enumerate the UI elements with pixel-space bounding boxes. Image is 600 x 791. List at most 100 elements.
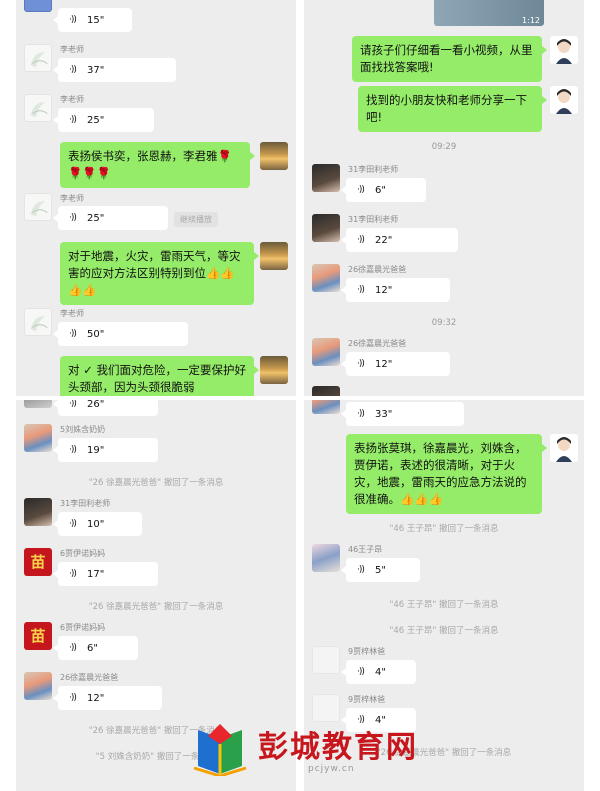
voice-message[interactable]: ·)) 19" — [53, 438, 158, 462]
voice-message[interactable]: ·)) 12" — [53, 686, 162, 710]
recall-notice: "46 王子昂" 撤回了一条消息 — [389, 524, 499, 534]
voice-wave-icon: ·)) — [357, 565, 365, 575]
voice-message[interactable]: ·)) 6" — [341, 178, 426, 202]
voice-wave-icon: ·)) — [69, 643, 77, 653]
voice-wave-icon: ·)) — [69, 65, 77, 75]
avatar[interactable] — [260, 142, 288, 170]
avatar[interactable] — [312, 164, 340, 192]
avatar[interactable] — [312, 544, 340, 572]
voice-wave-icon: ·)) — [69, 400, 77, 409]
chat-panel-1: ·)) 15" 李老师 ·)) 37" 李老师 ·)) 25" 表扬侯书奕，张恩赫，李… — [16, 0, 296, 396]
voice-message[interactable]: ·)) 15" — [53, 8, 132, 32]
chat-panel-2: 1:12 请孩子们仔细看一看小视频，从里面找找答案哦! 找到的小朋友快和老师分享… — [304, 0, 584, 396]
sender-name: 26徐嘉晨光爸爸 — [60, 673, 119, 682]
voice-wave-icon: ·)) — [69, 445, 77, 455]
text-message[interactable]: 找到的小朋友快和老师分享一下吧! — [358, 86, 547, 132]
sender-name: 6贾伊诺妈妈 — [60, 549, 106, 558]
sender-name: 26徐嘉晨光爸爸 — [348, 339, 407, 348]
voice-message[interactable]: ·)) 10" — [53, 512, 142, 536]
sender-name: 6贾伊诺妈妈 — [60, 623, 106, 632]
recall-notice: "46 王子昂" 撤回了一条消息 — [389, 600, 499, 610]
screenshot-collage: ·)) 15" 李老师 ·)) 37" 李老师 ·)) 25" 表扬侯书奕，张恩赫，李… — [0, 0, 600, 791]
voice-message[interactable]: ·)) 22" — [341, 228, 458, 252]
voice-wave-icon: ·)) — [357, 185, 365, 195]
recall-notice: "46 王子昂" 撤回了一条消息 — [389, 626, 499, 636]
sender-name: 46王子昂 — [348, 545, 383, 554]
text-message[interactable]: 表扬侯书奕，张恩赫，李君雅🌹🌹🌹🌹 — [60, 142, 255, 188]
timestamp: 09:32 — [431, 318, 457, 328]
voice-message[interactable]: ·)) 4" — [341, 660, 416, 684]
text-message[interactable]: 对 ✓ 我们面对危险，一定要保护好头颈部，因为头颈很脆弱 — [60, 356, 259, 396]
sender-name: 李老师 — [60, 194, 84, 203]
voice-wave-icon: ·)) — [69, 15, 77, 25]
sender-name: 李老师 — [60, 45, 84, 54]
voice-message[interactable]: ·)) 12" — [341, 352, 450, 376]
voice-message[interactable]: ·)) 6" — [53, 636, 138, 660]
voice-wave-icon: ·)) — [357, 235, 365, 245]
video-message[interactable]: 1:12 — [434, 0, 544, 26]
voice-message[interactable]: ·)) 33" — [341, 402, 464, 426]
book-logo-icon — [193, 724, 247, 776]
avatar[interactable] — [312, 646, 340, 674]
avatar[interactable] — [24, 94, 52, 122]
site-watermark: 彭城教育网 pcjyw.cn — [190, 718, 450, 780]
avatar[interactable] — [24, 424, 52, 452]
voice-message[interactable]: ·)) 25" — [53, 206, 168, 230]
voice-message[interactable]: ·)) 37" — [53, 58, 176, 82]
voice-wave-icon: ·)) — [357, 667, 365, 677]
voice-wave-icon: ·)) — [69, 569, 77, 579]
video-duration: 1:12 — [522, 16, 540, 25]
avatar[interactable] — [312, 214, 340, 242]
avatar[interactable] — [550, 86, 578, 114]
sender-name: 9贾梓林爸 — [348, 647, 386, 656]
avatar[interactable] — [312, 386, 340, 396]
avatar[interactable] — [550, 36, 578, 64]
voice-message[interactable]: ·)) 50" — [53, 322, 188, 346]
avatar[interactable] — [550, 434, 578, 462]
avatar[interactable] — [24, 0, 52, 12]
avatar[interactable] — [312, 264, 340, 292]
avatar[interactable] — [260, 356, 288, 384]
avatar[interactable] — [260, 242, 288, 270]
sender-name: 31李田利老师 — [348, 215, 399, 224]
text-message[interactable]: 请孩子们仔细看一看小视频，从里面找找答案哦! — [352, 36, 547, 82]
voice-wave-icon: ·)) — [357, 409, 365, 419]
recall-notice: "26 徐嘉晨光爸爸" 撤回了一条消息 — [88, 602, 224, 612]
sender-name: 李老师 — [60, 309, 84, 318]
text-message[interactable]: 表扬张莫琪，徐嘉晨光，刘姝含，贾伊诺，表述的很清晰，对于火灾，地震，雷雨天的应急… — [346, 434, 547, 514]
sender-name: 5刘姝含奶奶 — [60, 425, 106, 434]
voice-message[interactable]: ·)) 5" — [341, 558, 420, 582]
sender-name: 26徐嘉晨光爸爸 — [348, 265, 407, 274]
text-message[interactable]: 对于地震，火灾，雷雨天气，等灾害的应对方法区别特别到位👍👍👍👍 — [60, 242, 259, 305]
sender-name: 31李田利老师 — [60, 499, 111, 508]
avatar[interactable] — [24, 400, 52, 408]
avatar[interactable] — [24, 308, 52, 336]
avatar[interactable] — [24, 193, 52, 221]
sender-name: 李老师 — [60, 95, 84, 104]
continue-play-hint[interactable]: 继续播放 — [174, 212, 218, 227]
voice-message[interactable]: ·)) 25" — [53, 108, 154, 132]
voice-message[interactable]: ·)) 26" — [53, 400, 158, 416]
voice-wave-icon: ·)) — [69, 519, 77, 529]
avatar[interactable] — [312, 338, 340, 366]
sender-name: 31李田利老师 — [348, 165, 399, 174]
avatar[interactable] — [24, 498, 52, 526]
voice-message[interactable]: ·)) 17" — [53, 562, 158, 586]
voice-wave-icon: ·)) — [69, 693, 77, 703]
avatar[interactable] — [24, 672, 52, 700]
recall-notice: "26 徐嘉晨光爸爸" 撤回了一条消息 — [88, 478, 224, 488]
voice-wave-icon: ·)) — [69, 115, 77, 125]
voice-wave-icon: ·)) — [357, 285, 365, 295]
avatar[interactable]: 苗 — [24, 548, 52, 576]
voice-wave-icon: ·)) — [357, 359, 365, 369]
watermark-url: pcjyw.cn — [308, 764, 355, 774]
timestamp: 09:29 — [431, 142, 457, 152]
avatar[interactable]: 苗 — [24, 622, 52, 650]
voice-wave-icon: ·)) — [69, 213, 77, 223]
avatar[interactable] — [312, 400, 340, 414]
voice-wave-icon: ·)) — [69, 329, 77, 339]
avatar[interactable] — [24, 44, 52, 72]
sender-name: 9贾梓林爸 — [348, 695, 386, 704]
watermark-title: 彭城教育网 — [258, 730, 418, 765]
voice-message[interactable]: ·)) 12" — [341, 278, 450, 302]
